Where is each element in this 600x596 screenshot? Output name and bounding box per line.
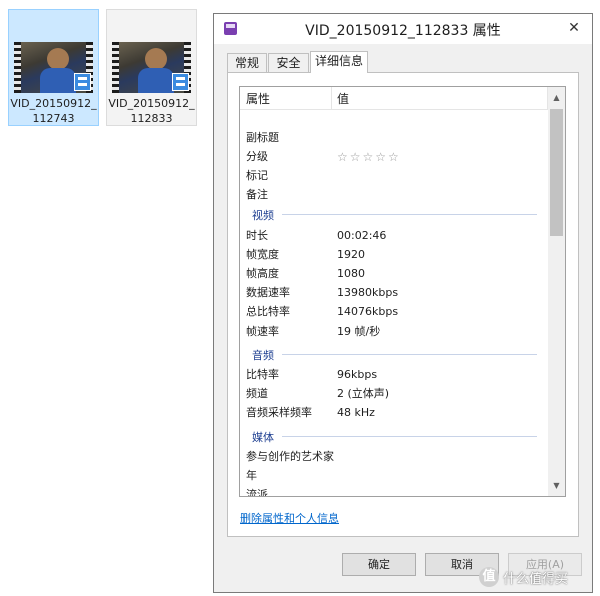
scroll-up-icon[interactable]: ▲ [548, 89, 565, 106]
section-divider [282, 354, 537, 355]
vertical-scrollbar[interactable]: ▲ ▼ [548, 87, 565, 496]
video-thumbnail [112, 42, 191, 93]
property-list: 属性 值 副标题 分级 ☆☆☆☆☆ 标记 备注 视频 时长 00:02:46 帧宽… [239, 86, 566, 497]
file-item-112743[interactable]: VID_20150912_ 112743 [8, 9, 99, 126]
section-video: 视频 [252, 209, 274, 222]
scrollbar-thumb[interactable] [550, 109, 563, 236]
tab-security[interactable]: 安全 [268, 53, 309, 72]
tab-details[interactable]: 详细信息 [310, 51, 368, 73]
column-value[interactable]: 值 [337, 90, 349, 107]
video-file-icon [74, 73, 91, 91]
column-header: 属性 值 [240, 87, 565, 110]
section-media: 媒体 [252, 431, 274, 444]
column-property[interactable]: 属性 [246, 90, 270, 107]
remove-properties-link[interactable]: 删除属性和个人信息 [240, 510, 339, 526]
watermark-text: 什么值得买 [503, 572, 569, 587]
properties-dialog: VID_20150912_112833 属性 ✕ 常规 安全 详细信息 属性 值… [213, 13, 593, 593]
file-name: VID_20150912_ 112833 [108, 97, 195, 125]
tab-general[interactable]: 常规 [227, 53, 267, 72]
dialog-title: VID_20150912_112833 属性 [305, 23, 501, 39]
rating-stars-icon[interactable]: ☆☆☆☆☆ [337, 151, 401, 163]
ok-button[interactable]: 确定 [342, 553, 416, 576]
section-divider [282, 436, 537, 437]
watermark-logo-icon: 值 [479, 567, 499, 587]
scroll-down-icon[interactable]: ▼ [548, 477, 565, 494]
file-name: VID_20150912_ 112743 [10, 97, 97, 125]
section-divider [282, 214, 537, 215]
video-file-icon [172, 73, 189, 91]
close-icon[interactable]: ✕ [560, 16, 588, 40]
section-audio: 音频 [252, 349, 274, 362]
title-bar: VID_20150912_112833 属性 ✕ [214, 14, 592, 44]
video-thumbnail [14, 42, 93, 93]
details-panel: 属性 值 副标题 分级 ☆☆☆☆☆ 标记 备注 视频 时长 00:02:46 帧宽… [227, 72, 579, 537]
watermark: 值 什么值得买 [479, 567, 594, 589]
file-item-112833[interactable]: VID_20150912_ 112833 [106, 9, 197, 126]
